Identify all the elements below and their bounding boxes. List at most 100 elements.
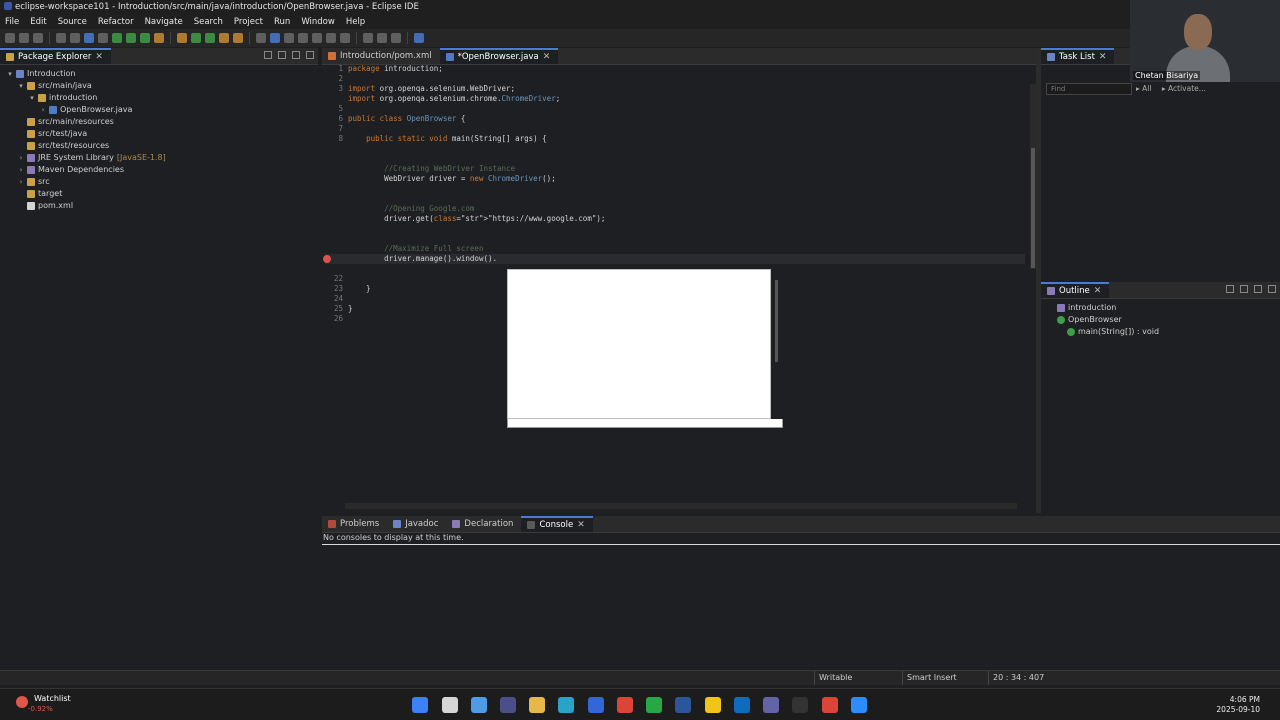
code-line[interactable]: 2	[325, 74, 1025, 84]
tree-item[interactable]: src/test/resources	[0, 140, 318, 152]
menu-edit[interactable]: Edit	[25, 15, 52, 29]
chrome-icon[interactable]	[822, 697, 838, 713]
sort-icon[interactable]	[1226, 285, 1234, 293]
toggle-breadcrumb-icon[interactable]	[256, 33, 266, 43]
code-line[interactable]: //Opening Google.com	[325, 204, 1025, 214]
close-icon[interactable]: ✕	[1094, 284, 1102, 299]
tab-openbrowser-java[interactable]: *OpenBrowser.java ✕	[439, 48, 559, 64]
outline-item[interactable]: introduction	[1041, 302, 1280, 314]
tab-declaration[interactable]: Declaration	[446, 516, 521, 532]
copilot-icon[interactable]	[471, 697, 487, 713]
maximize-icon[interactable]	[306, 51, 314, 59]
menu-project[interactable]: Project	[229, 15, 269, 29]
popup-scrollbar[interactable]	[775, 280, 778, 362]
code-line[interactable]: 3 import org.openqa.selenium.WebDriver;	[325, 84, 1025, 94]
code-line[interactable]: 1 package introduction;	[325, 64, 1025, 74]
minimize-icon[interactable]	[1254, 285, 1262, 293]
collapse-all-icon[interactable]	[264, 51, 272, 59]
link-editor-icon[interactable]	[278, 51, 286, 59]
new-package-icon[interactable]	[191, 33, 201, 43]
open-type-icon[interactable]	[219, 33, 229, 43]
show-whitespace-icon[interactable]	[312, 33, 322, 43]
chrome-icon[interactable]	[617, 697, 633, 713]
tab-package-explorer[interactable]: Package Explorer ✕	[0, 48, 111, 64]
search-icon[interactable]	[233, 33, 243, 43]
system-clock[interactable]: 4:06 PM 2025-09-10	[1216, 695, 1260, 715]
tab-javadoc[interactable]: Javadoc	[387, 516, 446, 532]
code-line[interactable]: WebDriver driver = new ChromeDriver();	[325, 174, 1025, 184]
hide-fields-icon[interactable]	[1240, 285, 1248, 293]
chevron-right-icon[interactable]: ›	[17, 152, 25, 164]
task-find-input[interactable]: Find	[1046, 83, 1132, 95]
error-marker-icon[interactable]	[323, 255, 331, 263]
start-icon[interactable]	[412, 697, 428, 713]
undo-icon[interactable]	[56, 33, 66, 43]
code-line[interactable]: 7	[325, 124, 1025, 134]
skip-breakpoints-icon[interactable]	[98, 33, 108, 43]
tree-item[interactable]: › JRE System Library [JavaSE-1.8]	[0, 152, 318, 164]
new-java-project-icon[interactable]	[177, 33, 187, 43]
terminal-taskbar-icon[interactable]	[792, 697, 808, 713]
watchlist-widget[interactable]: Watchlist -0.92%	[16, 694, 71, 714]
coverage-icon[interactable]	[140, 33, 150, 43]
maximize-icon[interactable]	[1268, 285, 1276, 293]
chevron-down-icon[interactable]: ▾	[6, 68, 14, 80]
tree-item[interactable]: ▾ src/main/java	[0, 80, 318, 92]
save-icon[interactable]	[19, 33, 29, 43]
new-class-icon[interactable]	[205, 33, 215, 43]
outline-item[interactable]: main(String[]) : void	[1041, 326, 1280, 338]
run-icon[interactable]	[126, 33, 136, 43]
external-tools-icon[interactable]	[154, 33, 164, 43]
tab-task-list[interactable]: Task List ✕	[1041, 48, 1115, 64]
tree-item[interactable]: › Maven Dependencies	[0, 164, 318, 176]
teams-icon[interactable]	[763, 697, 779, 713]
content-assist-popup[interactable]	[507, 269, 771, 419]
tab-outline[interactable]: Outline ✕	[1041, 282, 1110, 299]
menu-file[interactable]: File	[0, 15, 25, 29]
activate-link[interactable]: Activate...	[1168, 84, 1206, 93]
open-perspective-icon[interactable]	[414, 33, 424, 43]
zoom-icon[interactable]	[851, 697, 867, 713]
chevron-down-icon[interactable]: ▾	[17, 80, 25, 92]
tree-item[interactable]: src/main/resources	[0, 116, 318, 128]
chevron-down-icon[interactable]: ▾	[28, 92, 36, 104]
chevron-right-icon[interactable]: ›	[39, 104, 47, 116]
chevron-right-icon[interactable]: ›	[17, 176, 25, 188]
redo-icon[interactable]	[70, 33, 80, 43]
tree-item[interactable]: src/test/java	[0, 128, 318, 140]
outlook-icon[interactable]	[734, 697, 750, 713]
last-edit-icon[interactable]	[363, 33, 373, 43]
tree-item[interactable]: target	[0, 188, 318, 200]
debug-icon[interactable]	[112, 33, 122, 43]
all-filter[interactable]: All	[1142, 84, 1151, 93]
outline-item[interactable]: OpenBrowser	[1041, 314, 1280, 326]
save-all-icon[interactable]	[33, 33, 43, 43]
menu-refactor[interactable]: Refactor	[93, 15, 140, 29]
code-line[interactable]: driver.get(class="str">"https://www.goog…	[325, 214, 1025, 224]
code-line[interactable]	[325, 154, 1025, 164]
tree-item[interactable]: ▾ introduction	[0, 92, 318, 104]
tree-item[interactable]: › src	[0, 176, 318, 188]
tab-problems[interactable]: Problems	[322, 516, 387, 532]
code-line[interactable]: //Maximize Full screen	[325, 244, 1025, 254]
code-line[interactable]: import org.openqa.selenium.chrome.Chrome…	[325, 94, 1025, 104]
word-icon[interactable]	[675, 697, 691, 713]
tab-console[interactable]: Console ✕	[521, 516, 593, 532]
next-annotation-icon[interactable]	[326, 33, 336, 43]
editor-horizontal-scrollbar[interactable]	[345, 503, 1017, 509]
new-icon[interactable]	[5, 33, 15, 43]
minimize-icon[interactable]	[292, 51, 300, 59]
tree-item[interactable]: pom.xml	[0, 200, 318, 212]
app-icon[interactable]	[646, 697, 662, 713]
block-selection-icon[interactable]	[298, 33, 308, 43]
code-line[interactable]	[325, 144, 1025, 154]
menu-navigate[interactable]: Navigate	[140, 15, 189, 29]
scroll-thumb[interactable]	[1031, 148, 1035, 268]
code-line[interactable]: 8 public static void main(String[] args)…	[325, 134, 1025, 144]
forward-icon[interactable]	[391, 33, 401, 43]
edge-icon[interactable]	[558, 697, 574, 713]
chevron-right-icon[interactable]: ›	[17, 164, 25, 176]
code-line[interactable]: driver.manage().window().	[323, 254, 1025, 264]
tree-item[interactable]: › OpenBrowser.java	[0, 104, 318, 116]
code-line[interactable]: 6 public class OpenBrowser {	[325, 114, 1025, 124]
